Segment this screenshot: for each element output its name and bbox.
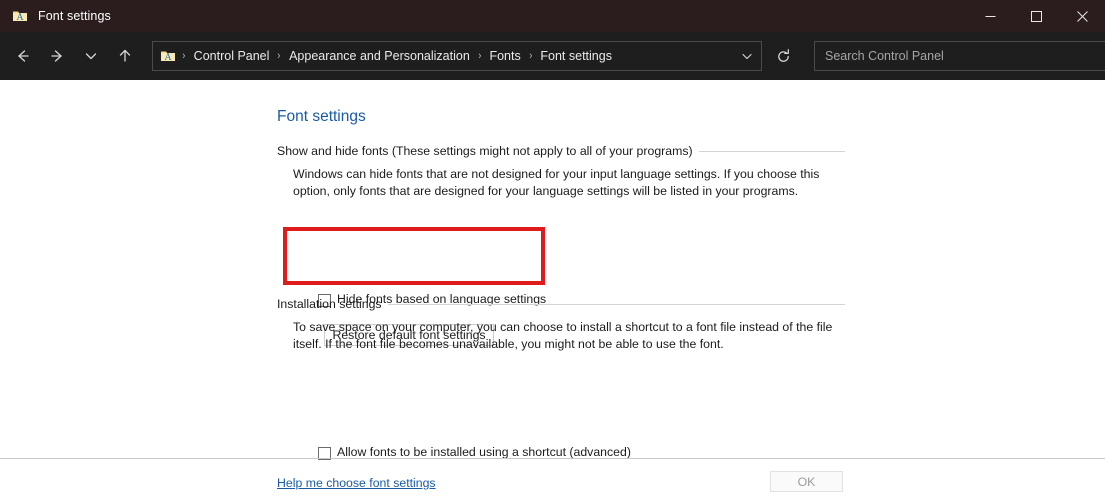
address-bar[interactable]: A › Control Panel › Appearance and Perso…	[152, 41, 762, 71]
breadcrumb-item-fonts[interactable]: Fonts	[487, 49, 522, 63]
back-arrow-icon[interactable]	[6, 39, 40, 73]
font-settings-window: A Font settings A › Control Panel › Appe…	[0, 0, 1105, 500]
help-me-choose-font-settings-link[interactable]: Help me choose font settings	[277, 476, 436, 490]
section-label-show-and-hide-fonts: Show and hide fonts (These settings migh…	[277, 144, 693, 158]
close-icon[interactable]	[1059, 0, 1105, 32]
search-placeholder: Search Control Panel	[825, 49, 944, 63]
ok-button[interactable]: OK	[770, 471, 843, 492]
page-title: Font settings	[277, 108, 366, 125]
section-divider-line	[387, 303, 845, 305]
section-header-installation-settings: Installation settings	[277, 297, 845, 311]
breadcrumb-item-font-settings[interactable]: Font settings	[538, 49, 614, 63]
description-installation-settings: To save space on your computer, you can …	[293, 320, 833, 351]
section-header-show-and-hide-fonts: Show and hide fonts (These settings migh…	[277, 144, 845, 158]
window-controls	[967, 0, 1105, 32]
breadcrumb-separator-2: ›	[478, 50, 482, 62]
refresh-icon[interactable]	[766, 39, 800, 73]
footer-divider	[0, 458, 1105, 459]
folder-font-icon: A	[12, 8, 28, 24]
section-divider-line	[698, 150, 845, 152]
title-bar: A Font settings	[0, 0, 1105, 32]
svg-text:A: A	[164, 53, 172, 63]
breadcrumb-separator-3: ›	[528, 50, 533, 62]
up-arrow-icon[interactable]	[108, 39, 142, 73]
breadcrumb-item-control-panel[interactable]: Control Panel	[192, 49, 272, 63]
breadcrumb-separator-1: ›	[277, 50, 281, 62]
forward-arrow-icon[interactable]	[40, 39, 74, 73]
window-title: Font settings	[38, 9, 111, 23]
address-chevron-down-icon[interactable]	[733, 49, 761, 63]
breadcrumb-item-appearance-and-personalization[interactable]: Appearance and Personalization	[287, 49, 472, 63]
recent-locations-chevron-down-icon[interactable]	[74, 39, 108, 73]
breadcrumb: › Control Panel › Appearance and Persona…	[176, 49, 733, 63]
description-show-and-hide-fonts: Windows can hide fonts that are not desi…	[293, 167, 820, 198]
section-label-installation-settings: Installation settings	[277, 297, 382, 311]
minimize-icon[interactable]	[967, 0, 1013, 32]
breadcrumb-separator-0: ›	[182, 50, 186, 62]
svg-text:A: A	[16, 13, 24, 23]
maximize-icon[interactable]	[1013, 0, 1059, 32]
main-content: Font settings Show and hide fonts (These…	[0, 80, 1105, 500]
navigation-toolbar: A › Control Panel › Appearance and Perso…	[0, 32, 1105, 80]
search-input[interactable]: Search Control Panel	[814, 41, 1105, 71]
address-folder-font-icon: A	[160, 48, 176, 64]
highlight-annotation-box	[283, 227, 545, 285]
